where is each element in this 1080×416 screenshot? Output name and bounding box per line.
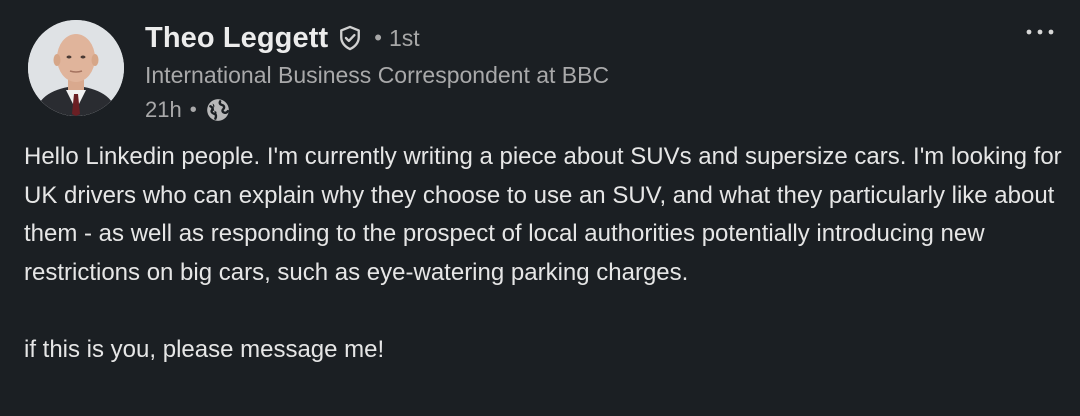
name-line: Theo Leggett • 1st xyxy=(145,16,1000,60)
author-name[interactable]: Theo Leggett xyxy=(145,22,328,55)
post-paragraph: if this is you, please message me! xyxy=(24,335,385,363)
connection-degree: 1st xyxy=(388,24,420,51)
linkedin-post: Theo Leggett • 1st International Busines… xyxy=(0,0,1080,416)
post-body: Hello Linkedin people. I'm currently wri… xyxy=(24,138,1064,369)
shield-check-icon xyxy=(336,24,364,52)
more-options-button[interactable] xyxy=(1020,14,1060,50)
post-time: 21h xyxy=(145,97,182,122)
separator-dot: • xyxy=(374,25,382,50)
globe-icon xyxy=(205,97,231,123)
more-horizontal-icon xyxy=(1026,29,1054,35)
post-paragraph: Hello Linkedin people. I'm currently wri… xyxy=(24,143,1062,286)
avatar[interactable] xyxy=(28,20,124,116)
avatar-photo xyxy=(28,20,124,116)
separator-dot: • xyxy=(189,98,197,121)
post-meta: 21h • xyxy=(145,92,1000,128)
post-header: Theo Leggett • 1st International Busines… xyxy=(145,16,1000,128)
author-headline: International Business Correspondent at … xyxy=(145,62,610,88)
